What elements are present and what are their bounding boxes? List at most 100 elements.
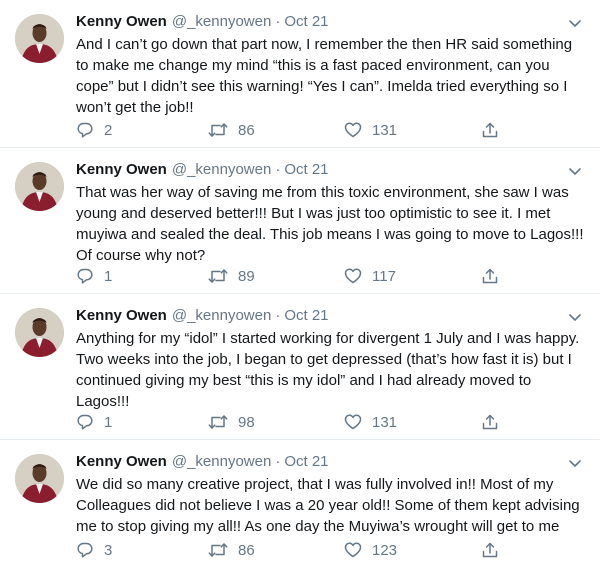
tweet-line: Two weeks into the job, I began to get d… [76,351,572,368]
like-icon [344,541,362,559]
share-icon [481,541,499,559]
chevron-down-icon[interactable] [568,456,582,467]
tweet-line: We did so many creative project, that I … [76,476,554,493]
tweet-header: Kenny Owen @_kennyowen · Oct 21 [76,160,329,180]
tweet-line: muyiwa and sealed the deal. This job mea… [76,226,584,243]
tweet-date[interactable]: Oct 21 [284,307,328,324]
share-button[interactable] [481,540,499,560]
separator: · [275,161,281,178]
tweet-actions: 1 98 131 [76,412,516,432]
tweet-date[interactable]: Oct 21 [284,13,328,30]
tweet-text: That was her way of saving me from this … [76,182,586,266]
tweet[interactable]: Kenny Owen @_kennyowen · Oct 21 Anything fo… [0,294,600,440]
tweet[interactable]: Kenny Owen @_kennyowen · Oct 21 That was he… [0,148,600,294]
tweet[interactable]: Kenny Owen @_kennyowen · Oct 21 We did so m… [0,440,600,580]
tweet-line: young and deserved better!!! But I was j… [76,205,551,222]
author-handle[interactable]: @_kennyowen [172,453,271,470]
tweet[interactable]: Kenny Owen @_kennyowen · Oct 21 And I can’t… [0,0,600,148]
reply-count: 2 [104,121,113,139]
reply-button[interactable]: 3 [76,540,112,560]
tweet-text: Anything for my “idol” I started working… [76,328,586,412]
tweet-header: Kenny Owen @_kennyowen · Oct 21 [76,306,329,326]
reply-icon [76,121,94,139]
share-button[interactable] [481,266,499,286]
tweet-header: Kenny Owen @_kennyowen · Oct 21 [76,452,329,472]
share-icon [481,267,499,285]
reply-icon [76,541,94,559]
tweet-line: won’t get the job!! [76,99,194,116]
reply-icon [76,267,94,285]
tweet-line: Of course why not? [76,247,206,264]
like-button[interactable]: 117 [344,266,396,286]
author-name[interactable]: Kenny Owen [76,307,167,324]
retweet-count: 98 [238,413,255,431]
like-icon [344,413,362,431]
like-button[interactable]: 131 [344,120,397,140]
tweet-line: And I can’t go down that part now, I rem… [76,36,573,53]
avatar[interactable] [15,162,64,211]
tweet-line: Colleagues did not believe I was a 20 ye… [76,497,580,514]
tweet-date[interactable]: Oct 21 [284,453,328,470]
tweet-line: cope” but I didn’t see this warning! “Ye… [76,78,568,95]
tweet-date[interactable]: Oct 21 [284,161,328,178]
avatar[interactable] [15,454,64,503]
reply-count: 1 [104,267,113,285]
tweet-header: Kenny Owen @_kennyowen · Oct 21 [76,12,329,32]
share-button[interactable] [481,412,499,432]
tweet-line: to make me change my mind “this is a fas… [76,57,550,74]
share-icon [481,121,499,139]
tweet-line: That was her way of saving me from this … [76,184,569,201]
retweet-icon [208,121,228,139]
tweet-text: We did so many creative project, that I … [76,474,586,537]
reply-button[interactable]: 1 [76,412,112,432]
retweet-count: 86 [238,541,255,559]
retweet-icon [208,541,228,559]
author-handle[interactable]: @_kennyowen [172,307,271,324]
like-icon [344,121,362,139]
like-button[interactable]: 123 [344,540,397,560]
like-count: 131 [372,413,398,431]
retweet-count: 86 [238,121,255,139]
avatar[interactable] [15,308,64,357]
retweet-button[interactable]: 98 [208,412,255,432]
reply-button[interactable]: 2 [76,120,112,140]
author-handle[interactable]: @_kennyowen [172,13,271,30]
tweet-text: And I can’t go down that part now, I rem… [76,34,586,118]
author-handle[interactable]: @_kennyowen [172,161,271,178]
tweet-actions: 2 86 131 [76,120,516,140]
tweet-line: Lagos!!! [76,393,130,410]
tweet-actions: 3 86 123 [76,540,516,560]
retweet-icon [208,267,228,285]
separator: · [275,13,281,30]
retweet-button[interactable]: 89 [208,266,255,286]
retweet-button[interactable]: 86 [208,540,255,560]
retweet-icon [208,413,228,431]
chevron-down-icon[interactable] [568,164,582,175]
author-name[interactable]: Kenny Owen [76,161,167,178]
tweet-line: continued giving my best “this is my ido… [76,372,532,389]
like-count: 117 [372,267,396,285]
reply-count: 1 [104,413,113,431]
like-icon [344,267,362,285]
separator: · [275,453,281,470]
like-count: 123 [372,541,398,559]
tweet-line: me to stop giving my all!! As one day th… [76,518,560,535]
reply-icon [76,413,94,431]
avatar[interactable] [15,14,64,63]
reply-count: 3 [104,541,113,559]
tweet-thread: Kenny Owen @_kennyowen · Oct 21 And I can’t… [0,0,611,580]
share-button[interactable] [481,120,499,140]
separator: · [275,307,281,324]
reply-button[interactable]: 1 [76,266,112,286]
author-name[interactable]: Kenny Owen [76,453,167,470]
tweet-line: Anything for my “idol” I started working… [76,330,580,347]
retweet-button[interactable]: 86 [208,120,255,140]
author-name[interactable]: Kenny Owen [76,13,167,30]
share-icon [481,413,499,431]
chevron-down-icon[interactable] [568,310,582,321]
tweet-actions: 1 89 117 [76,266,516,286]
chevron-down-icon[interactable] [568,16,582,27]
retweet-count: 89 [238,267,255,285]
like-button[interactable]: 131 [344,412,397,432]
like-count: 131 [372,121,398,139]
